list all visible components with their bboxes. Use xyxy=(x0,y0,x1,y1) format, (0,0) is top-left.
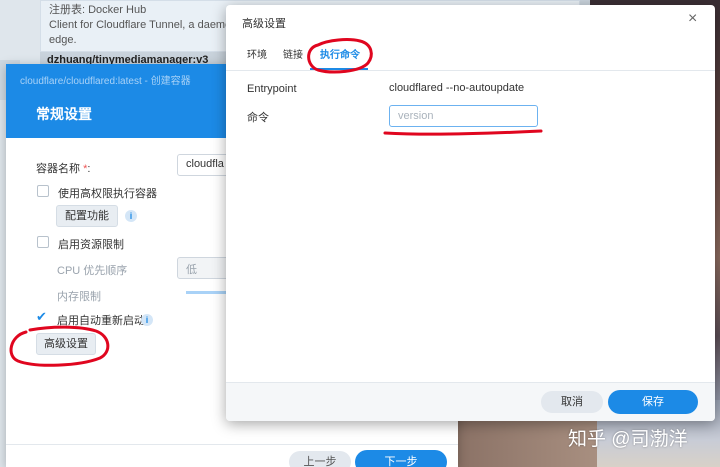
advanced-settings-button[interactable]: 高级设置 xyxy=(36,333,96,355)
wizard-title: 常规设置 xyxy=(36,106,92,122)
memory-limit-label: 内存限制 xyxy=(57,291,101,303)
container-name-colon: : xyxy=(87,163,91,175)
resource-limit-checkbox[interactable] xyxy=(37,236,49,248)
save-button[interactable]: 保存 xyxy=(608,390,698,414)
tab-links[interactable]: 链接 xyxy=(278,45,308,67)
container-name-label: 容器名称 *: xyxy=(36,160,90,176)
tab-environment[interactable]: 环境 xyxy=(242,45,272,67)
wizard-breadcrumb: cloudflare/cloudflared:latest - 创建容器 xyxy=(20,76,191,87)
next-step-button[interactable]: 下一步 xyxy=(355,450,447,467)
cancel-button[interactable]: 取消 xyxy=(541,391,603,413)
configure-capabilities-button[interactable]: 配置功能 xyxy=(56,205,118,227)
auto-restart-checkmark-icon[interactable]: ✔ xyxy=(36,310,47,323)
wizard-footer-divider xyxy=(6,444,458,445)
zhihu-watermark: 知乎 @司渤洋 xyxy=(568,429,688,450)
tab-divider xyxy=(226,70,715,71)
cpu-priority-label: CPU 优先顺序 xyxy=(57,265,128,277)
dialog-title: 高级设置 xyxy=(242,18,286,30)
advanced-settings-dialog: 高级设置 × 环境 链接 执行命令 Entrypoint cloudflared… xyxy=(226,5,715,421)
container-name-label-text: 容器名称 xyxy=(36,163,80,175)
resource-limit-label: 启用资源限制 xyxy=(58,239,124,251)
entrypoint-value: cloudflared --no-autoupdate xyxy=(389,82,525,94)
tab-execute-command[interactable]: 执行命令 xyxy=(314,45,366,67)
info-icon[interactable]: i xyxy=(125,210,137,222)
previous-step-button[interactable]: 上一步 xyxy=(289,451,351,467)
close-icon[interactable]: × xyxy=(688,11,697,27)
cpu-priority-select[interactable]: 低 xyxy=(177,257,229,279)
privileged-checkbox[interactable] xyxy=(37,185,49,197)
command-input[interactable] xyxy=(389,105,538,127)
command-label: 命令 xyxy=(247,112,269,124)
info-icon[interactable]: i xyxy=(141,314,153,326)
privileged-label: 使用高权限执行容器 xyxy=(58,188,157,200)
auto-restart-label: 启用自动重新启动 xyxy=(57,315,145,327)
entrypoint-label: Entrypoint xyxy=(247,83,297,95)
